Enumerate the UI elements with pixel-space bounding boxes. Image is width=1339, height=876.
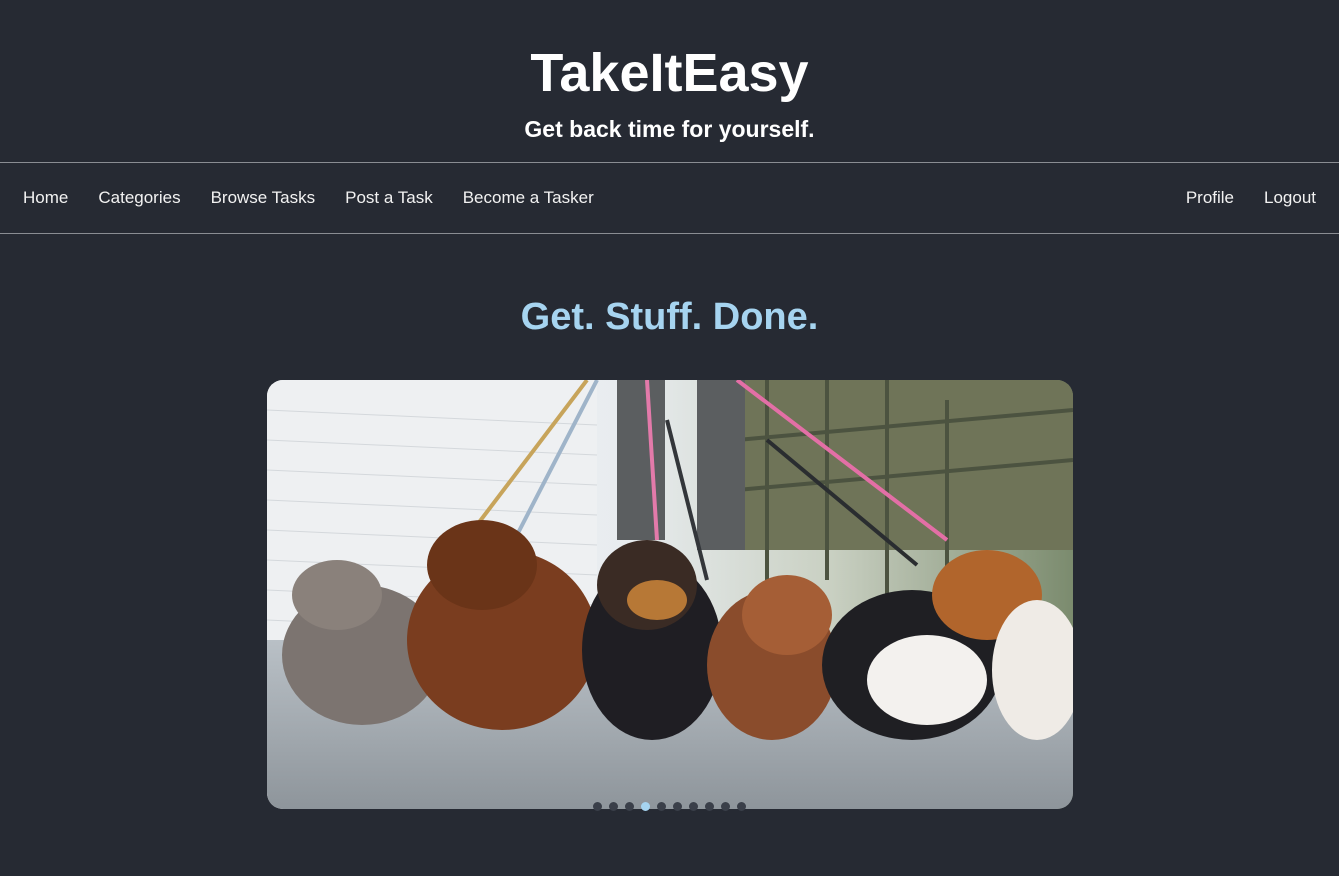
nav-link-post-a-task[interactable]: Post a Task [330,187,448,209]
carousel-dot[interactable] [673,802,682,811]
carousel-dot[interactable] [705,802,714,811]
nav-link-home[interactable]: Home [8,187,83,209]
nav-link-browse-tasks[interactable]: Browse Tasks [196,187,331,209]
nav-link-categories[interactable]: Categories [83,187,195,209]
carousel-indicators [0,802,1339,811]
nav-link-become-a-tasker[interactable]: Become a Tasker [448,187,609,209]
nav-left-group: Home Categories Browse Tasks Post a Task… [8,187,609,209]
carousel-dot[interactable] [737,802,746,811]
carousel-dot-active[interactable] [641,802,650,811]
nav-link-logout[interactable]: Logout [1249,187,1331,209]
carousel-dot[interactable] [625,802,634,811]
carousel-dot[interactable] [657,802,666,811]
hero-carousel[interactable] [266,380,1073,809]
site-header: TakeItEasy Get back time for yourself. [0,0,1339,162]
main-navbar: Home Categories Browse Tasks Post a Task… [0,162,1339,234]
site-tagline: Get back time for yourself. [524,116,815,142]
nav-right-group: Profile Logout [1171,187,1331,209]
nav-link-profile[interactable]: Profile [1171,187,1249,209]
site-title: TakeItEasy [530,43,809,103]
carousel-slide-image [266,380,1073,809]
carousel-dot[interactable] [689,802,698,811]
carousel-dot[interactable] [593,802,602,811]
carousel-dot[interactable] [609,802,618,811]
hero-heading: Get. Stuff. Done. [520,296,819,338]
carousel-dot[interactable] [721,802,730,811]
